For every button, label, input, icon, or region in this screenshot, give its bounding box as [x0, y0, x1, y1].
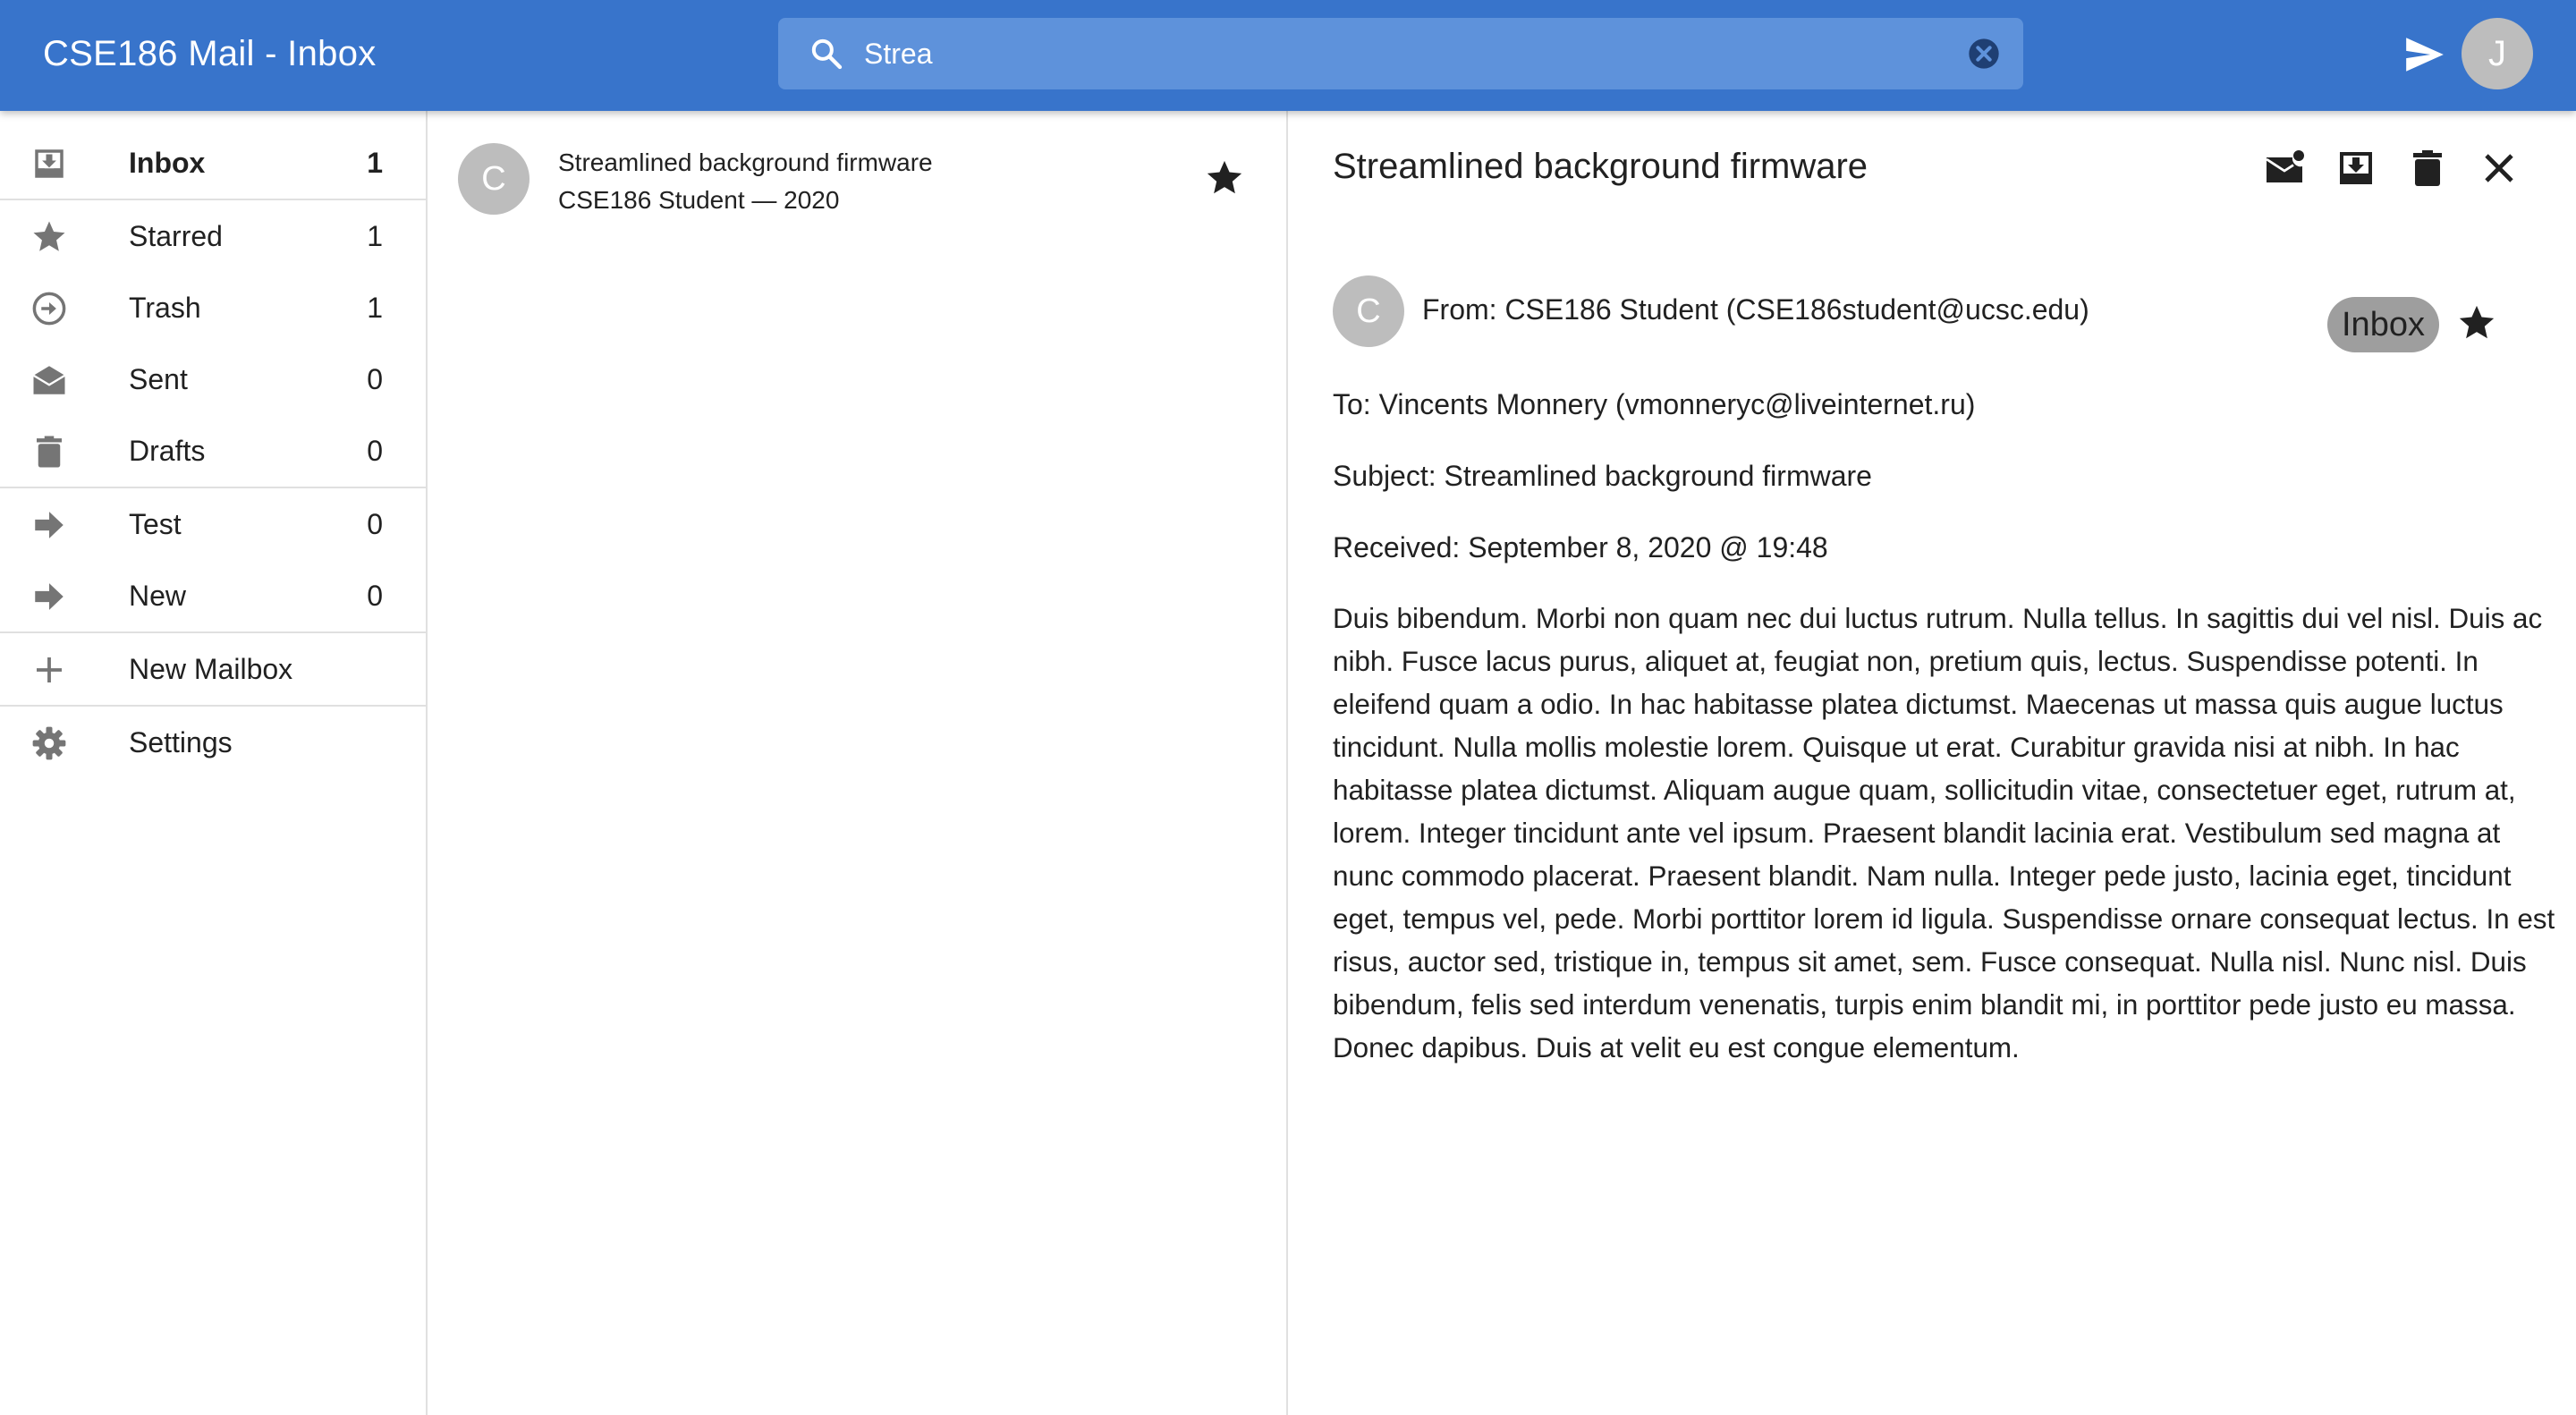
sidebar-item-label: Trash	[129, 292, 201, 324]
open-mail-icon	[32, 366, 66, 394]
star-icon[interactable]	[2456, 302, 2497, 343]
inbox-icon	[35, 149, 64, 178]
unread-count: 0	[367, 508, 383, 540]
compose-send-icon[interactable]	[2402, 32, 2447, 77]
list-item[interactable]: C Streamlined background firmware CSE186…	[429, 140, 1286, 238]
unread-count: 0	[367, 363, 383, 395]
sidebar-item-inbox[interactable]: Inbox 1	[0, 127, 426, 199]
to-line: To: Vincents Monnery (vmonneryc@liveinte…	[1333, 388, 1976, 420]
sidebar-item-trash[interactable]: Trash 1	[0, 272, 426, 343]
sidebar-item-new[interactable]: New 0	[0, 560, 426, 631]
search-icon	[811, 38, 843, 70]
settings-button[interactable]: Settings	[0, 707, 426, 778]
star-icon	[33, 221, 65, 251]
sender-avatar: C	[458, 143, 530, 215]
sidebar-item-label: New	[129, 580, 187, 612]
delete-icon[interactable]	[2406, 147, 2449, 190]
unread-count: 1	[367, 292, 383, 324]
sender-avatar: C	[1333, 275, 1404, 347]
close-icon[interactable]	[2478, 147, 2521, 190]
unread-count: 1	[367, 147, 383, 179]
search-input[interactable]	[864, 18, 1919, 89]
mark-unread-icon[interactable]	[2263, 147, 2306, 190]
received-line: Received: September 8, 2020 @ 19:48	[1333, 531, 1828, 563]
arrow-right-icon	[35, 512, 64, 538]
unread-count: 0	[367, 580, 383, 612]
sidebar-item-label: Starred	[129, 220, 223, 252]
clear-search-icon[interactable]	[1966, 36, 2002, 72]
message-meta: CSE186 Student — 2020	[558, 186, 840, 214]
sidebar-item-label: New Mailbox	[129, 653, 293, 685]
sidebar-item-label: Drafts	[129, 435, 206, 467]
message-reader: Streamlined background firmware C From: …	[1290, 111, 2576, 1415]
message-subject: Streamlined background firmware	[558, 148, 933, 176]
plus-icon	[37, 657, 62, 682]
new-mailbox-button[interactable]: New Mailbox	[0, 633, 426, 705]
sidebar-item-label: Inbox	[129, 147, 206, 179]
unread-count: 0	[367, 435, 383, 467]
mailbox-chip: Inbox	[2327, 297, 2439, 352]
sidebar-item-test[interactable]: Test 0	[0, 488, 426, 560]
trash-circle-icon	[32, 292, 66, 326]
move-to-inbox-icon[interactable]	[2334, 147, 2377, 190]
arrow-right-icon	[35, 583, 64, 610]
message-title: Streamlined background firmware	[1333, 147, 1868, 186]
from-line: From: CSE186 Student (CSE186student@ucsc…	[1422, 293, 2089, 326]
mailbox-sidebar: Inbox 1 Starred 1 Trash 1 Sent 0 Drafts	[0, 111, 428, 1415]
subject-line: Subject: Streamlined background firmware	[1333, 460, 1872, 492]
search-box[interactable]	[778, 18, 2023, 89]
sidebar-item-label: Settings	[129, 726, 233, 758]
app-bar: CSE186 Mail - Inbox J	[0, 0, 2576, 111]
message-body: Duis bibendum. Morbi non quam nec dui lu…	[1333, 603, 2555, 1063]
unread-count: 1	[367, 220, 383, 252]
app-title: CSE186 Mail - Inbox	[43, 34, 377, 73]
message-list: C Streamlined background firmware CSE186…	[429, 111, 1288, 1415]
sidebar-item-drafts[interactable]: Drafts 0	[0, 415, 426, 487]
sidebar-item-starred[interactable]: Starred 1	[0, 200, 426, 272]
sidebar-item-label: Test	[129, 508, 182, 540]
delete-icon	[37, 436, 62, 468]
sidebar-item-sent[interactable]: Sent 0	[0, 343, 426, 415]
gear-icon	[32, 726, 66, 760]
star-icon[interactable]	[1204, 157, 1245, 199]
user-avatar[interactable]: J	[2462, 18, 2533, 89]
sidebar-item-label: Sent	[129, 363, 188, 395]
